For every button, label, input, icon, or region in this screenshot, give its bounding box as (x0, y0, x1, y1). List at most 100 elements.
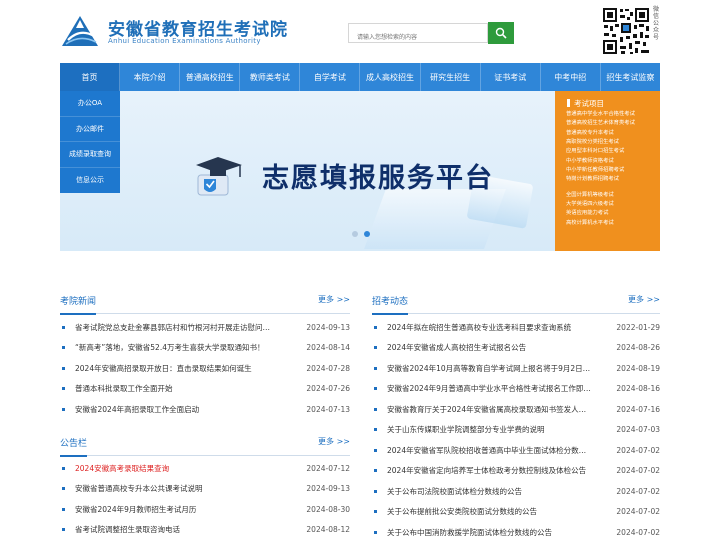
list-item-title[interactable]: 关于公布中国消防救援学院面试体检分数线的公告 (387, 527, 616, 538)
list-item-date: 2024-08-26 (616, 343, 660, 353)
list-item-date: 2024-08-16 (616, 384, 660, 394)
section-title: 考院新闻 (60, 294, 97, 315)
list-item-title[interactable]: 安徽省普通高校专升本公共课考试说明 (75, 483, 306, 494)
nav-item-graduate[interactable]: 研究生招生 (421, 63, 481, 91)
list-item[interactable]: 省考试院调整招生录取咨询电话 2024-08-12 (60, 520, 350, 540)
list-item-title[interactable]: 省考试院调整招生录取咨询电话 (75, 524, 306, 535)
exam-item[interactable]: 中小学新任教师招聘考试 (566, 166, 660, 175)
list-item-title[interactable]: “新高考”落地，安徽省52.4万考生喜获大学录取通知书！ (75, 342, 306, 353)
exam-item[interactable]: 应用型本科对口招生考试 (566, 147, 660, 156)
list-item-title[interactable]: 普通本科批录取工作全面开始 (75, 383, 306, 394)
exam-item[interactable]: 中小学教师资格考试 (566, 157, 660, 166)
list-item-date: 2022-01-29 (616, 322, 660, 332)
nav-item-certificate-exam[interactable]: 证书考试 (481, 63, 541, 91)
list-item[interactable]: “新高考”落地，安徽省52.4万考生喜获大学录取通知书！ 2024-08-14 (60, 338, 350, 359)
exam-panel-title: 考试项目 (574, 98, 604, 108)
quick-item-mail[interactable]: 办公邮件 (60, 117, 120, 142)
nav-item-college-admission[interactable]: 普通高校招生 (180, 63, 241, 91)
list-item-title[interactable]: 安徽省2024年9月普通高中学业水平合格性考试报名工作即… (387, 383, 616, 394)
quick-item-oa[interactable]: 办公OA (60, 91, 120, 117)
list-item-title[interactable]: 关于山东传媒职业学院调整部分专业学费的说明 (387, 424, 616, 435)
list-item[interactable]: 安徽省2024年9月教师招生考试月历 2024-08-30 (60, 499, 350, 520)
quick-item-score-query[interactable]: 成绩录取查询 (60, 142, 120, 168)
list-item-date: 2024-07-13 (306, 404, 350, 414)
list-item[interactable]: 关于公布司法院校面试体检分数线的公告 2024-07-02 (372, 481, 660, 502)
exam-item[interactable]: 高职院校分类招生考试 (566, 138, 660, 147)
more-link[interactable]: 更多 >> (318, 294, 350, 305)
list-item-date: 2024-09-13 (306, 484, 350, 494)
list-item[interactable]: 2024安徽高考录取结果查询 2024-07-12 (60, 458, 350, 479)
bullet-icon (62, 346, 65, 350)
exam-item[interactable]: 普通高校招生艺术体育类考试 (566, 119, 660, 128)
bullet-icon (62, 407, 65, 411)
list-item-title[interactable]: 关于公布司法院校面试体检分数线的公告 (387, 486, 616, 497)
exam-item[interactable]: 特岗计划教师招聘考试 (566, 175, 660, 184)
nav-item-self-study-exam[interactable]: 自学考试 (300, 63, 361, 91)
list-item-title[interactable]: 2024年安徽省定向培养军士体检政考分数控制线及体检公告 (387, 465, 616, 476)
search-box (348, 23, 488, 47)
list-item[interactable]: 2024年安徽省定向培养军士体检政考分数控制线及体检公告 2024-07-02 (372, 461, 660, 482)
list-item-date: 2024-07-02 (616, 445, 660, 455)
list-item-date: 2024-08-19 (616, 363, 660, 373)
nav-item-supervision[interactable]: 招生考试监察 (601, 63, 660, 91)
list-item[interactable]: 安徽省2024年10月高等教育自学考试网上报名将于9月2日… 2024-08-19 (372, 358, 660, 379)
list-item-title[interactable]: 安徽省教育厅关于2024年安徽省属高校录取通知书签发人… (387, 404, 616, 415)
list-item-title[interactable]: 2024安徽高考录取结果查询 (75, 463, 306, 474)
list-item-title[interactable]: 安徽省2024年高招录取工作全面启动 (75, 404, 306, 415)
list-item-title[interactable]: 2024年安徽省军队院校招收普通高中毕业生面试体检分数… (387, 445, 616, 456)
list-item[interactable]: 安徽省2024年高招录取工作全面启动 2024-07-13 (60, 399, 350, 420)
main-nav: 首页 本院介绍 普通高校招生 教师类考试 自学考试 成人高校招生 研究生招生 证… (60, 63, 660, 91)
nav-item-about[interactable]: 本院介绍 (120, 63, 181, 91)
carousel-dot-active[interactable] (364, 231, 370, 237)
nav-item-adult-college[interactable]: 成人高校招生 (360, 63, 421, 91)
quick-item-publicity[interactable]: 信息公示 (60, 168, 120, 194)
exam-item[interactable]: 普通高校专升本考试 (566, 129, 660, 138)
list-item-date: 2024-07-28 (306, 363, 350, 373)
list-item[interactable]: 2024年安徽高招录取开放日：直击录取结果如何诞生 2024-07-28 (60, 358, 350, 379)
list-item[interactable]: 安徽省教育厅关于2024年安徽省属高校录取通知书签发人… 2024-07-16 (372, 399, 660, 420)
section-header: 考院新闻 更多 >> (60, 290, 350, 315)
exam-item[interactable]: 普通高中学业水平合格性考试 (566, 110, 660, 119)
nav-item-teacher-exam[interactable]: 教师类考试 (240, 63, 301, 91)
list-item-title[interactable]: 关于公布提前批公安类院校面试分数线的公告 (387, 506, 616, 517)
list-item-title[interactable]: 2024年拟在皖招生普通高校专业选考科目要求查询系统 (387, 322, 616, 333)
exam-item[interactable]: 大学英语四六级考试 (566, 200, 660, 209)
exam-item[interactable]: 全国计算机等级考试 (566, 191, 660, 200)
logo-icon[interactable] (60, 14, 100, 48)
bullet-icon (374, 448, 377, 452)
banner-title: 志愿填报服务平台 (262, 163, 494, 194)
list-item[interactable]: 省考试院党总支赴金寨县郭店村和竹根河村开展走访慰问… 2024-09-13 (60, 317, 350, 338)
list-item-title[interactable]: 2024年安徽省成人高校招生考试报名公告 (387, 342, 616, 353)
list-item-date: 2024-07-02 (616, 466, 660, 476)
carousel-dot[interactable] (352, 231, 358, 237)
list-item-title[interactable]: 省考试院党总支赴金寨县郭店村和竹根河村开展走访慰问… (75, 322, 306, 333)
admissions-list: 2024年拟在皖招生普通高校专业选考科目要求查询系统 2022-01-29 202… (372, 317, 660, 540)
bullet-icon (62, 487, 65, 491)
list-item-title[interactable]: 安徽省2024年9月教师招生考试月历 (75, 504, 306, 515)
more-link[interactable]: 更多 >> (318, 436, 350, 447)
exam-item[interactable]: 高校计算机水平考试 (566, 219, 660, 228)
bullet-icon (62, 528, 65, 532)
list-item[interactable]: 关于公布中国消防救援学院面试体检分数线的公告 2024-07-02 (372, 522, 660, 540)
list-item-date: 2024-07-03 (616, 425, 660, 435)
search-button[interactable] (488, 22, 514, 44)
nav-item-middle-school[interactable]: 中考中招 (541, 63, 601, 91)
search-input[interactable] (349, 28, 487, 47)
list-item[interactable]: 安徽省2024年9月普通高中学业水平合格性考试报名工作即… 2024-08-16 (372, 379, 660, 400)
list-item-date: 2024-08-12 (306, 525, 350, 535)
section-title: 招考动态 (372, 294, 409, 315)
list-item[interactable]: 2024年安徽省军队院校招收普通高中毕业生面试体检分数… 2024-07-02 (372, 440, 660, 461)
more-link[interactable]: 更多 >> (628, 294, 660, 305)
list-item-title[interactable]: 2024年安徽高招录取开放日：直击录取结果如何诞生 (75, 363, 306, 374)
list-item[interactable]: 普通本科批录取工作全面开始 2024-07-26 (60, 379, 350, 400)
list-item[interactable]: 关于公布提前批公安类院校面试分数线的公告 2024-07-02 (372, 502, 660, 523)
list-item[interactable]: 2024年拟在皖招生普通高校专业选考科目要求查询系统 2022-01-29 (372, 317, 660, 338)
nav-item-home[interactable]: 首页 (60, 63, 121, 91)
list-item[interactable]: 2024年安徽省成人高校招生考试报名公告 2024-08-26 (372, 338, 660, 359)
list-item[interactable]: 安徽省普通高校专升本公共课考试说明 2024-09-13 (60, 479, 350, 500)
list-item-date: 2024-09-13 (306, 322, 350, 332)
exam-item[interactable]: 英语应用能力考试 (566, 209, 660, 218)
list-item-title[interactable]: 安徽省2024年10月高等教育自学考试网上报名将于9月2日… (387, 363, 616, 374)
exam-list: 普通高中学业水平合格性考试 普通高校招生艺术体育类考试 普通高校专升本考试 高职… (555, 110, 660, 228)
list-item[interactable]: 关于山东传媒职业学院调整部分专业学费的说明 2024-07-03 (372, 420, 660, 441)
